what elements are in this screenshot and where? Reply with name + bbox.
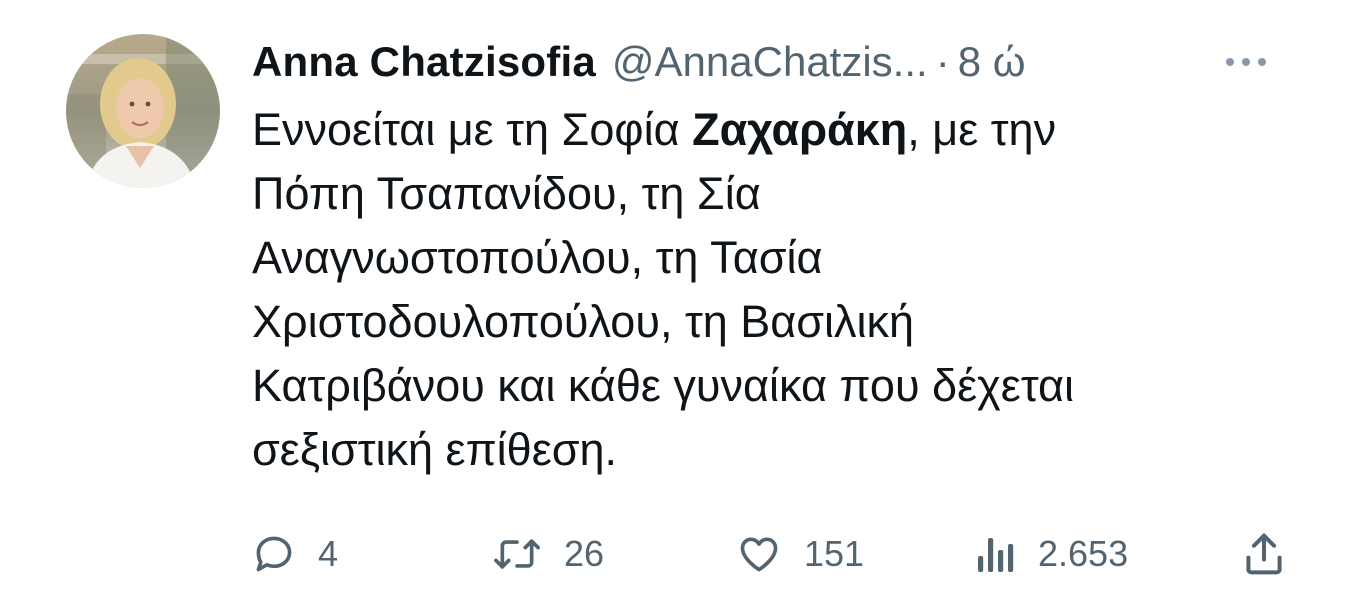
like-count: 151 [804, 533, 865, 574]
views-button[interactable]: 2.653 [976, 524, 1128, 584]
heart-icon [736, 532, 782, 576]
tweet-header: Anna Chatzisofia @AnnaChatzis... · 8 ώ [252, 34, 1312, 90]
more-dot [1242, 58, 1250, 66]
tweet-text-segment: , με την [907, 104, 1057, 155]
tweet-text-line: Χριστοδουλοπούλου, τη Βασιλική [252, 296, 915, 347]
tweet-text-line: Κατριβάνου και κάθε γυναίκα που δέχεται [252, 360, 1074, 411]
tweet-actions: 4 26 151 2.653 [252, 524, 1292, 584]
share-button[interactable] [1242, 524, 1286, 584]
views-icon [976, 532, 1016, 576]
profile-photo-icon [66, 34, 220, 188]
more-dot [1258, 58, 1266, 66]
tweet[interactable]: Anna Chatzisofia @AnnaChatzis... · 8 ώ Ε… [0, 0, 1360, 604]
tweet-text-line: Πόπη Τσαπανίδου, τη Σία [252, 168, 761, 219]
tweet-text-line: σεξιστική επίθεση. [252, 424, 618, 475]
more-dots-icon[interactable] [1226, 52, 1266, 72]
tweet-text: Εννοείται με τη Σοφία Ζαχαράκη, με την Π… [252, 98, 1312, 482]
more-dot [1226, 58, 1234, 66]
tweet-text-segment: Εννοείται με τη Σοφία [252, 104, 693, 155]
reply-icon [252, 532, 296, 576]
tweet-timestamp[interactable]: 8 ώ [958, 38, 1026, 86]
tweet-text-line: Εννοείται με τη Σοφία Ζαχαράκη, με την [252, 98, 1312, 162]
author-display-name[interactable]: Anna Chatzisofia [252, 38, 596, 86]
retweet-count: 26 [564, 533, 605, 574]
views-count: 2.653 [1038, 533, 1129, 574]
author-handle[interactable]: @AnnaChatzis... [612, 38, 928, 86]
reply-button[interactable]: 4 [252, 524, 338, 584]
tweet-text-line: Αναγνωστοπούλου, τη Τασία [252, 232, 823, 283]
tweet-text-bold: Ζαχαράκη [692, 104, 908, 155]
retweet-icon [492, 532, 542, 576]
retweet-button[interactable]: 26 [492, 524, 604, 584]
share-icon [1242, 530, 1286, 578]
separator-dot: · [935, 38, 950, 85]
like-button[interactable]: 151 [736, 524, 864, 584]
reply-count: 4 [318, 533, 339, 574]
avatar[interactable] [66, 34, 220, 188]
